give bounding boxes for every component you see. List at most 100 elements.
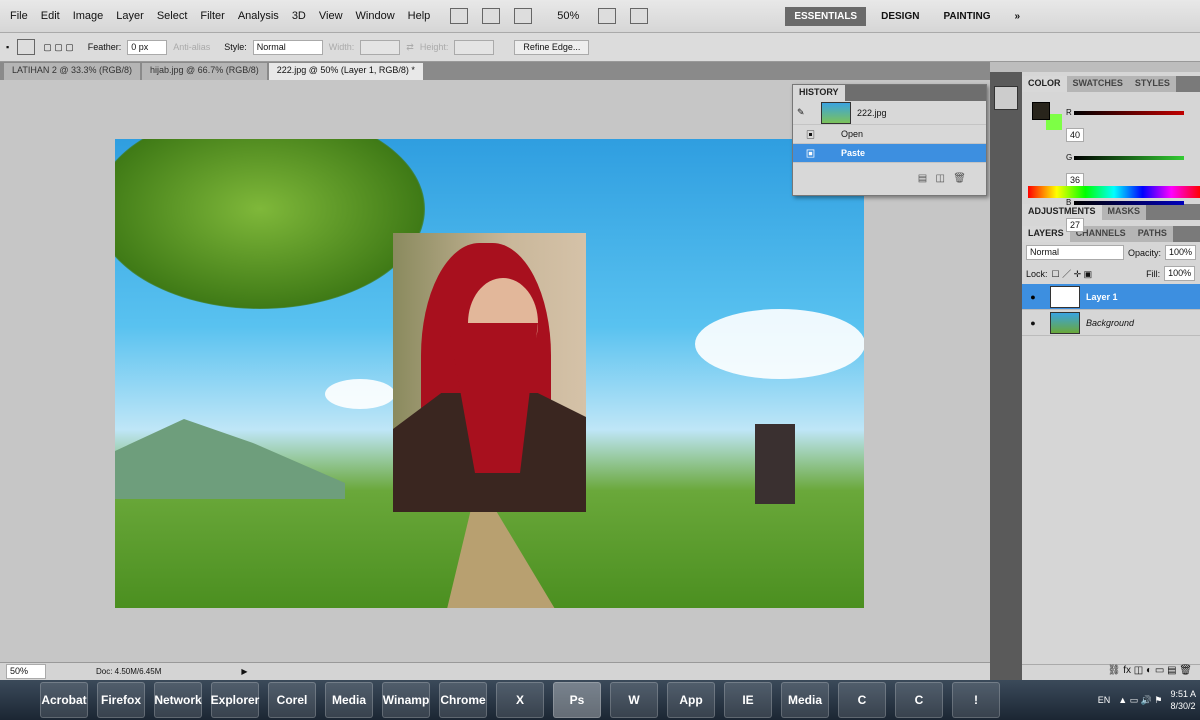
- lock-icons[interactable]: ☐ ／ ✛ ▣: [1052, 267, 1093, 280]
- tool-preset-icon[interactable]: ▪: [6, 42, 9, 52]
- blue-slider[interactable]: [1073, 200, 1184, 205]
- menu-image[interactable]: Image: [73, 10, 104, 22]
- taskbar-app-8[interactable]: X: [496, 682, 544, 718]
- style-select[interactable]: Normal: [252, 39, 323, 55]
- history-tab[interactable]: HISTORY: [793, 85, 845, 101]
- tab-color[interactable]: COLOR: [1022, 76, 1067, 92]
- workspace-essentials[interactable]: ESSENTIALS: [785, 6, 867, 26]
- right-panels: COLOR SWATCHES STYLES R 40 G 36 B 27 ADJ…: [1022, 72, 1200, 682]
- fill-label: Fill:: [1146, 268, 1161, 279]
- menu-help[interactable]: Help: [408, 10, 431, 22]
- taskbar-app-6[interactable]: Winamp: [382, 682, 430, 718]
- menu-layer[interactable]: Layer: [116, 10, 144, 22]
- workspace-design[interactable]: DESIGN: [872, 7, 928, 26]
- green-value[interactable]: 36: [1066, 173, 1085, 187]
- taskbar-app-13[interactable]: Media: [781, 682, 829, 718]
- foreground-color-swatch[interactable]: [1032, 102, 1050, 120]
- taskbar-app-1[interactable]: Firefox: [97, 682, 145, 718]
- time: 9:51 A: [1170, 689, 1196, 699]
- taskbar-app-11[interactable]: App: [667, 682, 715, 718]
- refine-edge-button[interactable]: Refine Edge...: [514, 39, 590, 55]
- opacity-input[interactable]: 100%: [1164, 245, 1196, 260]
- fill-input[interactable]: 100%: [1164, 266, 1196, 281]
- layer-name[interactable]: Background: [1086, 318, 1134, 328]
- selection-mode-icons[interactable]: ▢ ▢ ▢: [43, 42, 74, 53]
- blend-mode-select[interactable]: Normal: [1026, 245, 1124, 260]
- taskbar-app-12[interactable]: IE: [724, 682, 772, 718]
- antialias-checkbox[interactable]: Anti-alias: [173, 42, 210, 52]
- status-menu-arrow[interactable]: ▶: [241, 667, 247, 676]
- menu-select[interactable]: Select: [157, 10, 188, 22]
- taskbar-app-14[interactable]: C: [838, 682, 886, 718]
- tab-222[interactable]: 222.jpg @ 50% (Layer 1, RGB/8) *: [268, 63, 423, 80]
- taskbar-app-9[interactable]: Ps: [553, 682, 601, 718]
- layer-row-layer-1[interactable]: ● Layer 1: [1022, 284, 1200, 310]
- language-indicator[interactable]: EN: [1098, 695, 1111, 705]
- history-footer-buttons[interactable]: ▤ ◫ 🗑: [793, 163, 986, 184]
- clock[interactable]: 9:51 A 8/30/2: [1170, 688, 1196, 712]
- view-extras-icon[interactable]: [514, 8, 533, 24]
- taskbar-app-4[interactable]: Corel: [268, 682, 316, 718]
- menu-filter[interactable]: Filter: [200, 10, 224, 22]
- bridge-icon[interactable]: [450, 8, 469, 24]
- tab-styles[interactable]: STYLES: [1128, 76, 1176, 92]
- history-item-label: Open: [841, 129, 864, 139]
- layer-thumbnail: [1050, 285, 1080, 308]
- height-label: Height:: [419, 42, 449, 52]
- menu-3d[interactable]: 3D: [292, 10, 306, 22]
- collapsed-dock: [990, 72, 1022, 682]
- red-value[interactable]: 40: [1066, 128, 1085, 142]
- screen-mode-icon[interactable]: [630, 8, 649, 24]
- menu-window[interactable]: Window: [356, 10, 395, 22]
- history-snapshot[interactable]: ✎ 222.jpg: [793, 101, 986, 125]
- zoom-level-dropdown[interactable]: 50%: [557, 10, 579, 22]
- menu-file[interactable]: File: [10, 10, 28, 22]
- tab-hijab[interactable]: hijab.jpg @ 66.7% (RGB/8): [142, 63, 267, 80]
- taskbar-app-0[interactable]: Acrobat: [40, 682, 88, 718]
- cloud: [695, 309, 864, 379]
- menu-view[interactable]: View: [319, 10, 343, 22]
- tab-latihan[interactable]: LATIHAN 2 @ 33.3% (RGB/8): [4, 63, 141, 80]
- arrange-documents-icon[interactable]: [598, 8, 617, 24]
- visibility-eye-icon[interactable]: ●: [1022, 318, 1044, 328]
- taskbar-app-16[interactable]: !: [952, 682, 1000, 718]
- height-input[interactable]: [454, 39, 495, 55]
- brush-source-icon[interactable]: ✎: [797, 107, 815, 118]
- layer-name[interactable]: Layer 1: [1086, 292, 1118, 302]
- color-panel: R 40 G 36 B 27: [1022, 92, 1200, 232]
- color-ramp[interactable]: [1028, 186, 1200, 198]
- taskbar-app-2[interactable]: Network: [154, 682, 202, 718]
- swap-icon[interactable]: ⇄: [406, 42, 414, 53]
- taskbar-app-15[interactable]: C: [895, 682, 943, 718]
- tab-swatches[interactable]: SWATCHES: [1066, 76, 1129, 92]
- history-item-open[interactable]: ▣ Open: [793, 125, 986, 144]
- menu-edit[interactable]: Edit: [41, 10, 60, 22]
- doc-size[interactable]: Doc: 4.50M/6.45M: [96, 667, 161, 676]
- green-slider[interactable]: [1074, 155, 1185, 160]
- blue-value[interactable]: 27: [1066, 218, 1085, 232]
- mountains: [115, 419, 345, 499]
- visibility-eye-icon[interactable]: ●: [1022, 292, 1044, 302]
- taskbar-app-10[interactable]: W: [610, 682, 658, 718]
- history-panel: HISTORY ✎ 222.jpg ▣ Open ▣ Paste ▤ ◫ 🗑: [792, 84, 987, 196]
- taskbar-app-5[interactable]: Media: [325, 682, 373, 718]
- taskbar-app-7[interactable]: Chrome: [439, 682, 487, 718]
- minibridge-icon[interactable]: [482, 8, 501, 24]
- windmill: [755, 424, 795, 504]
- taskbar-app-3[interactable]: Explorer: [211, 682, 259, 718]
- red-slider[interactable]: [1074, 110, 1184, 115]
- workspace-painting[interactable]: PAINTING: [934, 7, 999, 26]
- menu-analysis[interactable]: Analysis: [238, 10, 279, 22]
- tab-layers[interactable]: LAYERS: [1022, 226, 1070, 242]
- tray-icons[interactable]: ▲ ▭ 🔊 ⚑: [1118, 695, 1162, 706]
- history-item-paste[interactable]: ▣ Paste: [793, 144, 986, 163]
- feather-input[interactable]: 0 px: [127, 39, 168, 55]
- workspace-more[interactable]: »: [1006, 7, 1030, 26]
- options-bar: ▪ ▢ ▢ ▢ Feather: 0 px Anti-alias Style: …: [0, 33, 1200, 62]
- new-selection-icon[interactable]: [17, 39, 36, 55]
- zoom-input[interactable]: 50%: [6, 664, 46, 679]
- layer-row-background[interactable]: ● Background: [1022, 310, 1200, 336]
- width-input[interactable]: [360, 39, 401, 55]
- history-dock-icon[interactable]: [994, 86, 1018, 110]
- pasted-portrait-layer[interactable]: [393, 233, 586, 512]
